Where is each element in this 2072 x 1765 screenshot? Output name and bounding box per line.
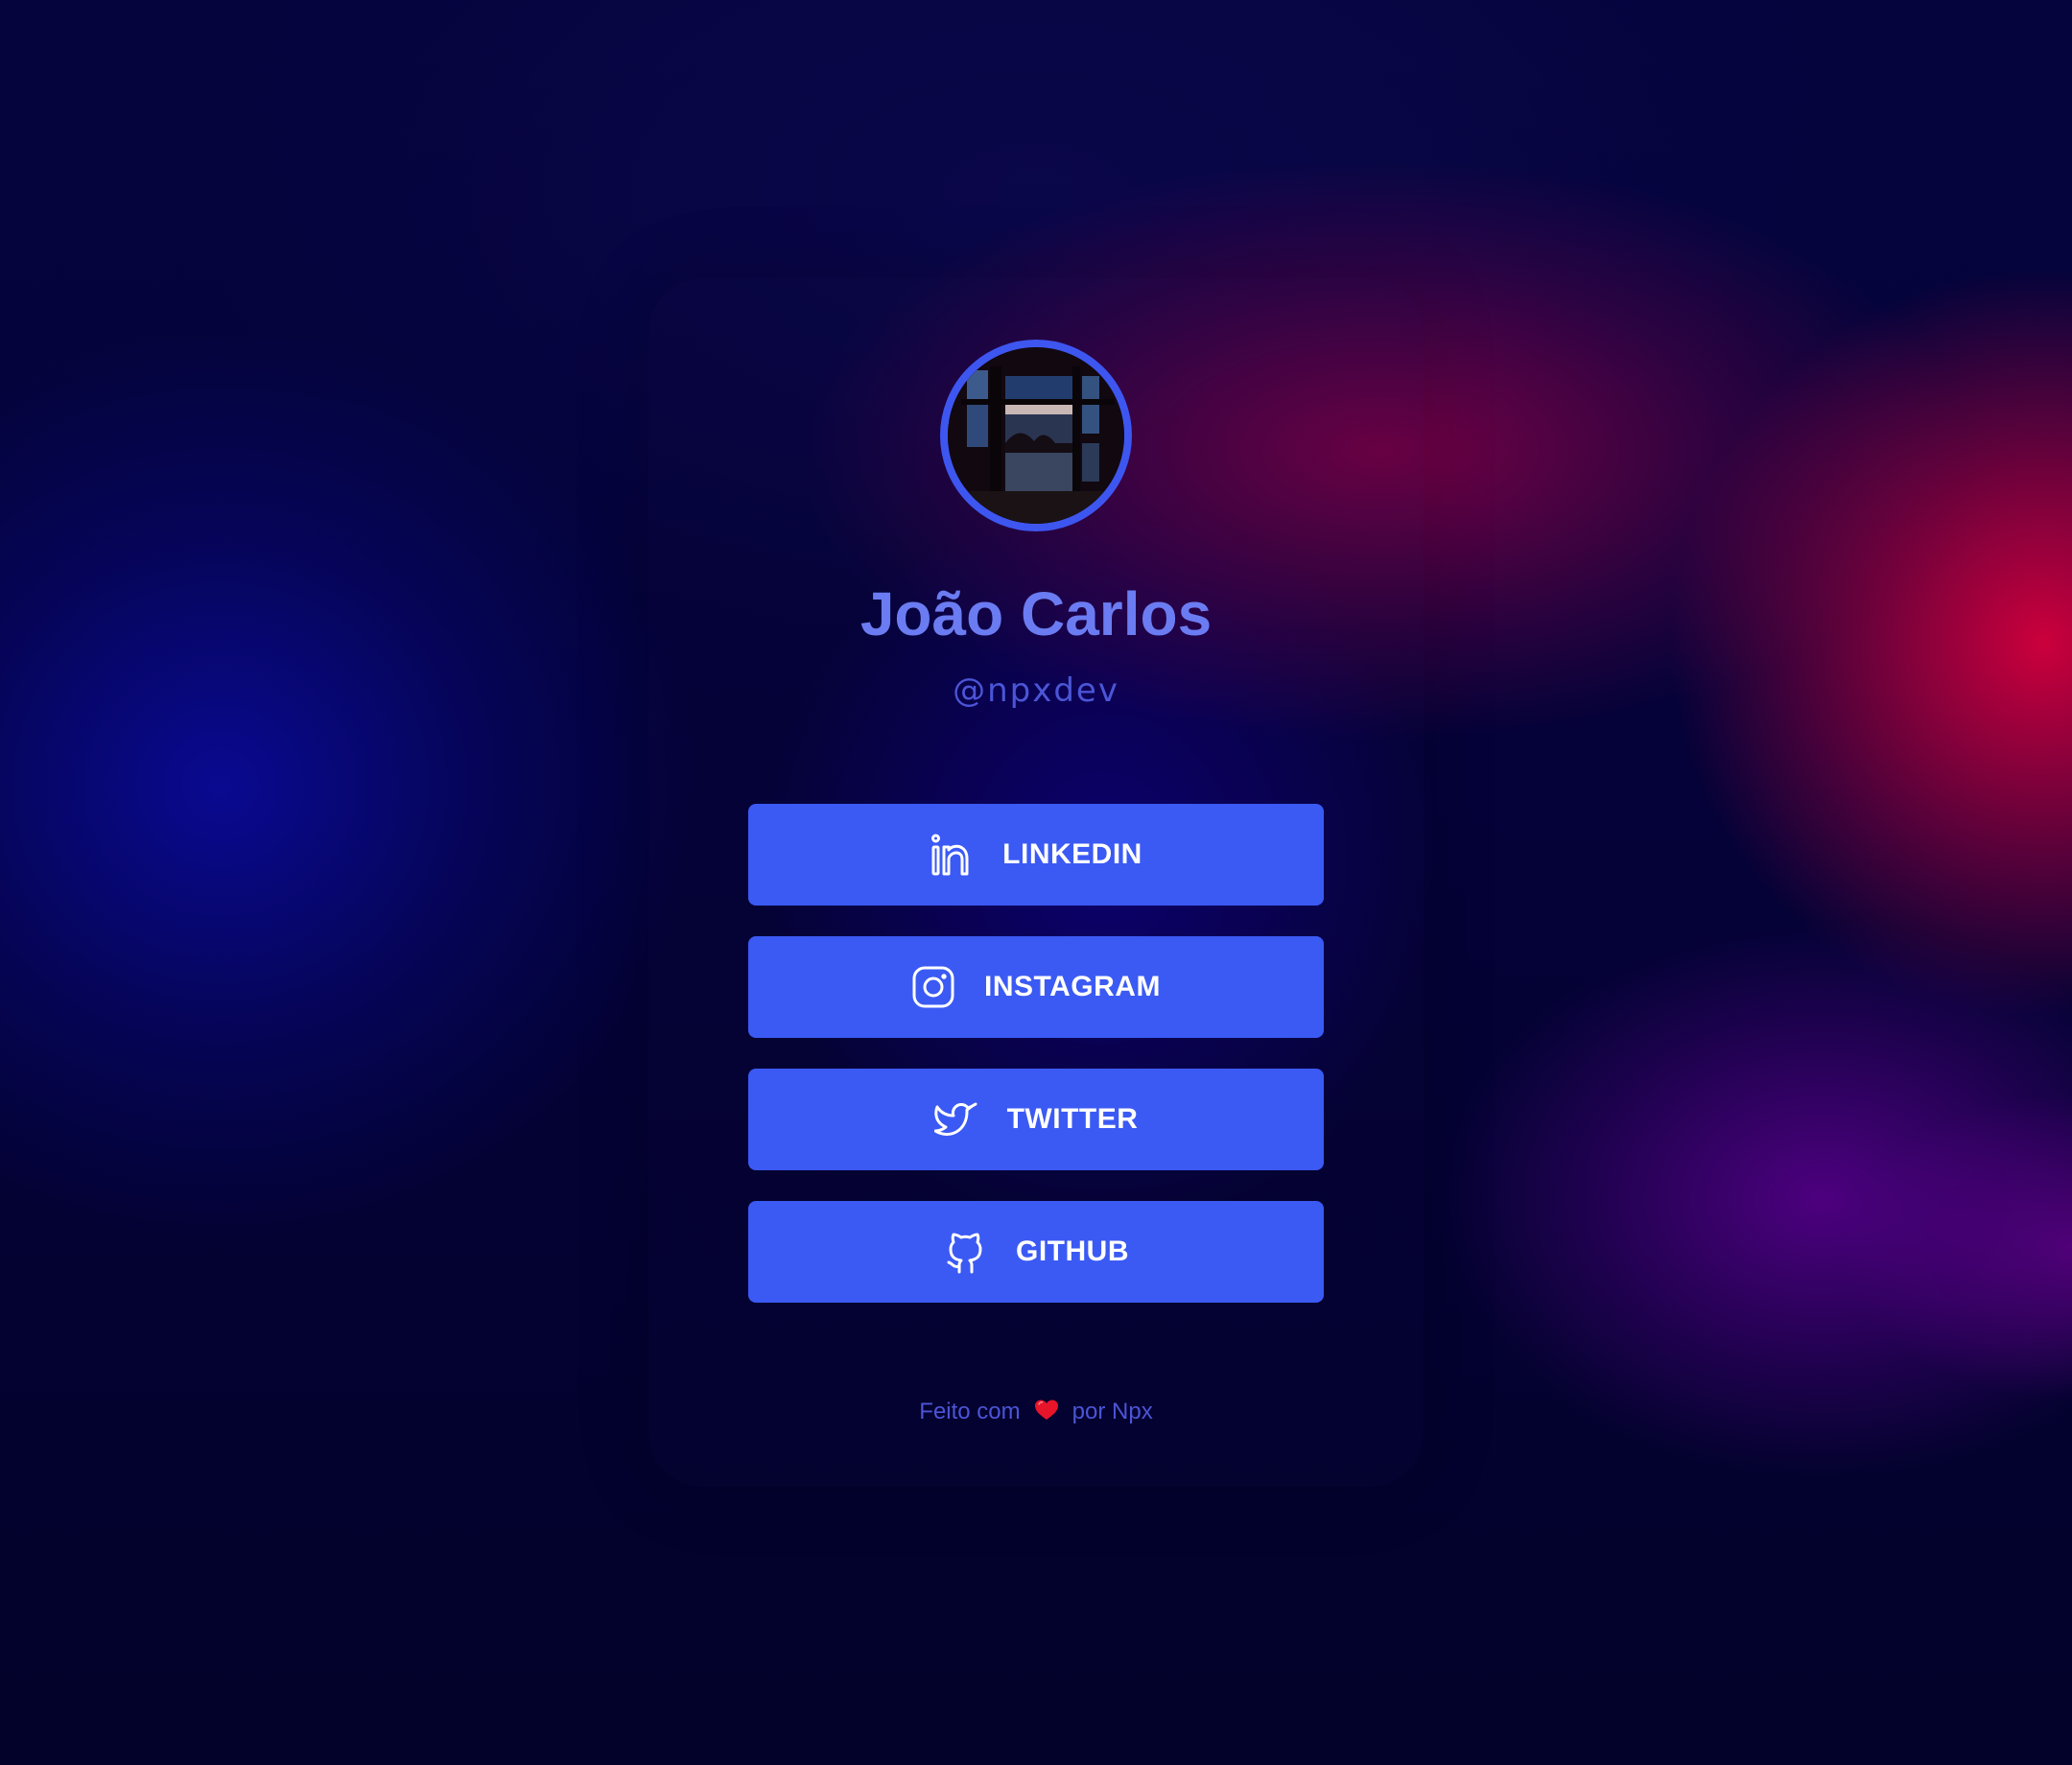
heart-icon bbox=[1034, 1399, 1059, 1422]
linkedin-label: LINKEDIN bbox=[1002, 838, 1142, 870]
footer-prefix: Feito com bbox=[919, 1399, 1021, 1424]
twitter-icon bbox=[933, 1097, 978, 1141]
instagram-icon bbox=[911, 965, 955, 1009]
avatar-photo bbox=[948, 347, 1124, 524]
avatar bbox=[940, 340, 1132, 531]
github-icon bbox=[943, 1230, 987, 1274]
links-list: LINKEDIN INSTAGRAM TWITTER GITHUB bbox=[748, 804, 1324, 1333]
profile-name: João Carlos bbox=[859, 579, 1213, 648]
github-label: GITHUB bbox=[1016, 1236, 1129, 1267]
linkedin-button[interactable]: LINKEDIN bbox=[748, 804, 1324, 906]
instagram-label: INSTAGRAM bbox=[984, 971, 1161, 1002]
twitter-label: TWITTER bbox=[1006, 1103, 1139, 1135]
linkedin-icon bbox=[930, 833, 974, 877]
footer: Feito com por Npx bbox=[556, 1396, 1516, 1428]
github-button[interactable]: GITHUB bbox=[748, 1201, 1324, 1303]
profile-handle: @npxdev bbox=[953, 671, 1119, 710]
footer-suffix: por Npx bbox=[1071, 1399, 1153, 1424]
twitter-button[interactable]: TWITTER bbox=[748, 1069, 1324, 1170]
instagram-button[interactable]: INSTAGRAM bbox=[748, 936, 1324, 1038]
